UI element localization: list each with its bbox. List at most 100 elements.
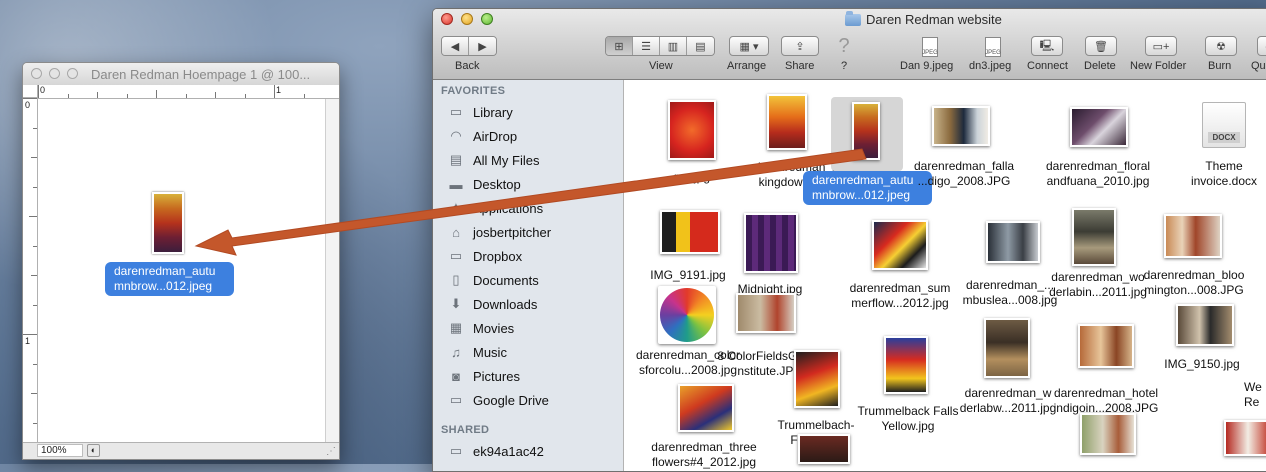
delete-button[interactable]: 🗑 xyxy=(1085,36,1117,56)
help-icon[interactable]: ? xyxy=(833,35,855,57)
sidebar-item-desktop[interactable]: ▬ Desktop xyxy=(447,174,521,194)
file-thumbnail[interactable] xyxy=(932,106,990,146)
finder-sidebar: FAVORITES ▭ Library ◠ AirDrop ▤ All My F… xyxy=(433,80,624,471)
file-thumbnail[interactable] xyxy=(872,220,928,270)
connect-button[interactable]: 🖳 xyxy=(1031,36,1063,56)
dragged-file-label[interactable]: darenredman_autu mnbrow...012.jpeg xyxy=(105,262,234,296)
folder-icon: ▭ xyxy=(449,104,463,119)
file-thumbnail[interactable] xyxy=(794,350,840,408)
close-icon[interactable] xyxy=(441,13,453,25)
document-titlebar[interactable]: Daren Redman Hoempage 1 @ 100... xyxy=(23,63,339,86)
file-thumbnail[interactable] xyxy=(668,100,716,160)
music-icon: ♫ xyxy=(451,344,461,360)
document-canvas[interactable]: darenredman_autu mnbrow...012.jpeg xyxy=(38,99,325,442)
list-view-icon[interactable]: ☰ xyxy=(633,37,660,55)
file-thumbnail[interactable] xyxy=(984,318,1030,378)
file-thumbnail[interactable] xyxy=(1080,413,1136,455)
sidebar-item-documents[interactable]: ▯ Documents xyxy=(447,270,538,290)
finder-content[interactable]: ...me.jpg darenredman_brea kingdown_20..… xyxy=(624,80,1266,471)
arrange-button[interactable]: ▦ ▾ xyxy=(729,36,769,56)
document-status-bar: 100% ◐ ⋰ xyxy=(23,442,339,459)
sidebar-item-pictures[interactable]: ◙ Pictures xyxy=(447,366,520,386)
resize-grip-icon[interactable]: ⋰ xyxy=(326,446,336,457)
file-name[interactable]: darenredman_falla ...digo_2008.JPG xyxy=(914,159,1014,189)
file-dan9-icon[interactable]: JPEG xyxy=(919,36,941,58)
icon-view-icon[interactable]: ⊞ xyxy=(606,37,633,55)
file-thumbnail[interactable] xyxy=(660,210,720,254)
minimize-icon[interactable] xyxy=(461,13,473,25)
file-name[interactable]: Theme invoice.docx xyxy=(1184,159,1264,189)
sidebar-item-dropbox[interactable]: ▭ Dropbox xyxy=(447,246,522,266)
new-folder-icon: ▭+ xyxy=(1152,40,1170,53)
camera-icon: ◙ xyxy=(452,368,460,384)
file-name[interactable]: IMG_9150.jpg xyxy=(1162,357,1242,372)
file-thumbnail[interactable] xyxy=(744,213,798,273)
quicklook-button[interactable]: ◉ xyxy=(1257,36,1266,56)
file-name[interactable]: darenredman_sum merflow...2012.jpg xyxy=(838,281,962,311)
share-group: ⇪ xyxy=(781,36,819,56)
file-name[interactable]: darenredman_three flowers#4_2012.jpg xyxy=(634,440,774,470)
docx-file-icon[interactable]: DOCX xyxy=(1202,102,1246,150)
close-icon[interactable] xyxy=(31,68,42,79)
file-thumbnail[interactable] xyxy=(1072,208,1116,266)
sidebar-item-all-my-files[interactable]: ▤ All My Files xyxy=(447,150,540,170)
new-folder-button[interactable]: ▭+ xyxy=(1145,36,1177,56)
file-thumbnail[interactable] xyxy=(1224,420,1266,456)
column-view-icon[interactable]: ▥ xyxy=(660,37,687,55)
share-button[interactable]: ⇪ xyxy=(781,36,819,56)
file-name[interactable]: darenredman_floral andfuana_2010.jpg xyxy=(1038,159,1158,189)
file-thumbnail[interactable] xyxy=(986,221,1040,263)
file-dn3-label: dn3.jpeg xyxy=(969,60,1012,72)
zoom-icon[interactable] xyxy=(67,68,78,79)
back-arrow-icon[interactable]: ◀ xyxy=(442,37,469,55)
ruler-top[interactable]: 0 1 xyxy=(38,85,339,99)
file-name[interactable]: IMG_9191.jpg xyxy=(648,268,728,283)
file-thumbnail[interactable] xyxy=(767,94,807,150)
ruler-left[interactable]: 0 1 xyxy=(23,98,38,443)
coverflow-view-icon[interactable]: ▤ xyxy=(687,37,714,55)
share-label: Share xyxy=(785,60,815,72)
zoom-field[interactable]: 100% xyxy=(37,444,83,457)
sidebar-item-home[interactable]: ⌂ josbertpitcher xyxy=(447,222,551,242)
status-menu-icon[interactable]: ◐ xyxy=(87,444,100,457)
selected-file-label[interactable]: darenredman_autu mnbrow...012.jpeg xyxy=(803,171,932,205)
sidebar-item-applications[interactable]: ✦ Applications xyxy=(447,198,544,218)
file-dn3-icon[interactable]: JPEG xyxy=(982,36,1004,58)
back-forward-buttons: ◀ ▶ xyxy=(441,36,497,56)
forward-arrow-icon[interactable]: ▶ xyxy=(469,37,496,55)
minimize-icon[interactable] xyxy=(49,68,60,79)
file-thumbnail[interactable] xyxy=(736,293,796,333)
file-thumbnail[interactable] xyxy=(852,102,880,160)
view-label: View xyxy=(649,60,673,72)
vertical-scrollbar[interactable] xyxy=(325,99,339,442)
zoom-icon[interactable] xyxy=(481,13,493,25)
sidebar-item-google-drive[interactable]: ▭ Google Drive xyxy=(447,390,549,410)
file-dan9-label: Dan 9.jpeg xyxy=(900,60,954,72)
file-thumbnail[interactable] xyxy=(678,384,734,432)
sidebar-item-airdrop[interactable]: ◠ AirDrop xyxy=(447,126,517,146)
sidebar-item-movies[interactable]: ▦ Movies xyxy=(447,318,514,338)
sidebar-item-downloads[interactable]: ⬇ Downloads xyxy=(447,294,538,314)
file-name[interactable]: We Re xyxy=(1244,380,1266,410)
file-thumbnail[interactable] xyxy=(658,286,716,344)
dragged-image-preview[interactable] xyxy=(152,192,184,254)
sidebar-item-label: Downloads xyxy=(473,296,538,312)
sidebar-item-library[interactable]: ▭ Library xyxy=(447,102,513,122)
file-thumbnail[interactable] xyxy=(1070,107,1128,147)
sidebar-item-music[interactable]: ♫ Music xyxy=(447,342,507,362)
file-thumbnail[interactable] xyxy=(798,434,850,464)
file-name[interactable]: ...me.jpg xyxy=(664,170,734,185)
file-name[interactable]: darenredman_hotel indigoin...2008.JPG xyxy=(1046,386,1166,416)
file-thumbnail[interactable] xyxy=(1176,304,1234,346)
delete-label: Delete xyxy=(1084,60,1116,72)
sidebar-item-shared-computer[interactable]: ▭ ek94a1ac42 xyxy=(447,441,544,461)
quicklook-group: ◉ xyxy=(1257,36,1266,56)
file-thumbnail[interactable] xyxy=(884,336,928,394)
favorites-header: FAVORITES xyxy=(441,85,506,97)
file-name[interactable]: darenredman_bloo mington...008.JPG xyxy=(1134,268,1254,298)
file-thumbnail[interactable] xyxy=(1078,324,1134,368)
dragged-file-name: darenredman_autu mnbrow...012.jpeg xyxy=(114,264,216,293)
burn-button[interactable]: ☢ xyxy=(1205,36,1237,56)
sidebar-item-label: Movies xyxy=(473,320,515,336)
file-thumbnail[interactable] xyxy=(1164,214,1222,258)
